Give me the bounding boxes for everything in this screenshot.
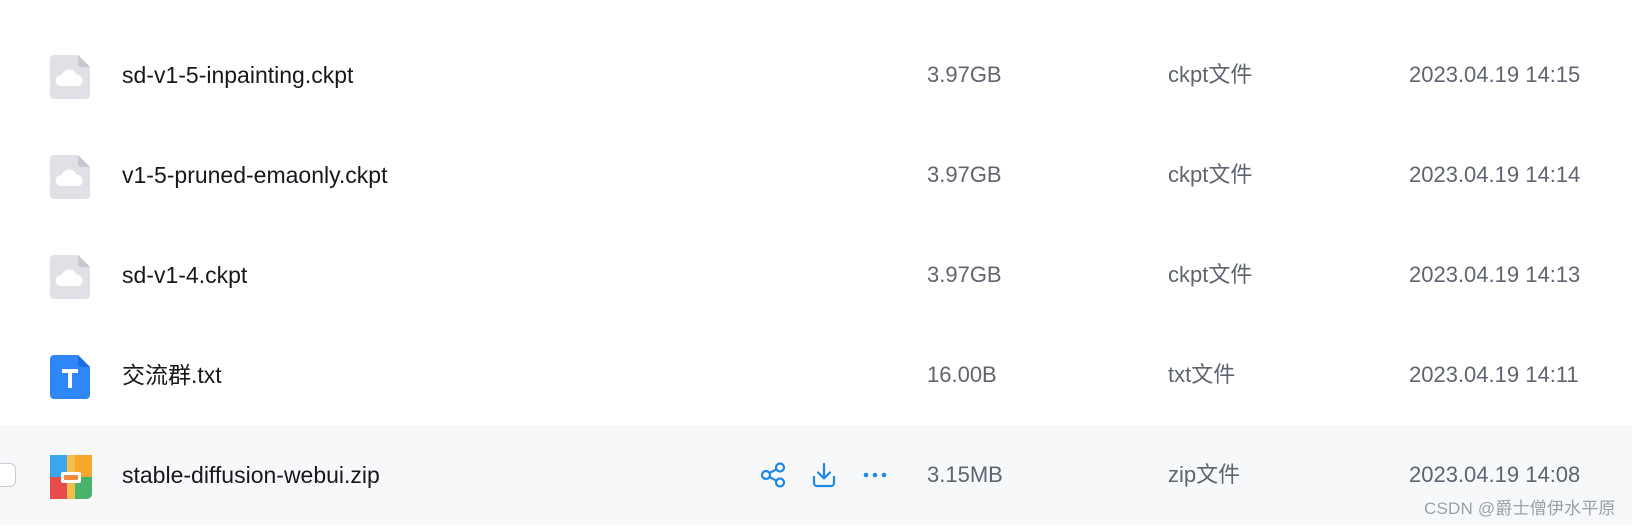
file-type: ckpt文件 <box>1168 162 1253 187</box>
file-name[interactable]: 交流群.txt <box>122 325 222 425</box>
file-name[interactable]: v1-5-pruned-emaonly.ckpt <box>122 125 387 225</box>
row-checkbox[interactable] <box>0 463 16 487</box>
file-modified-date: 2023.04.19 14:15 <box>1409 62 1581 87</box>
file-type: zip文件 <box>1168 462 1241 487</box>
file-size: 3.15MB <box>927 462 1003 487</box>
file-type: txt文件 <box>1168 362 1236 387</box>
more-icon[interactable] <box>858 458 892 492</box>
file-size: 16.00B <box>927 362 997 387</box>
file-size: 3.97GB <box>927 262 1002 287</box>
file-row[interactable]: sd-v1-5-inpainting.ckpt 3.97GB ckpt文件 20… <box>0 25 1632 125</box>
file-modified-date: 2023.04.19 14:11 <box>1409 362 1579 387</box>
watermark: CSDN @爵士僧伊水平原 <box>1424 499 1616 518</box>
cloud-file-icon <box>50 255 90 299</box>
cloud-file-icon <box>50 155 90 199</box>
file-row[interactable]: v1-5-pruned-emaonly.ckpt 3.97GB ckpt文件 2… <box>0 125 1632 225</box>
file-modified-date: 2023.04.19 14:13 <box>1409 262 1581 287</box>
file-row[interactable]: sd-v1-4.ckpt 3.97GB ckpt文件 2023.04.19 14… <box>0 225 1632 325</box>
file-size: 3.97GB <box>927 62 1002 87</box>
file-row[interactable]: 交流群.txt 16.00B txt文件 2023.04.19 14:11 <box>0 325 1632 425</box>
file-name[interactable]: sd-v1-4.ckpt <box>122 225 247 325</box>
file-type: ckpt文件 <box>1168 62 1253 87</box>
cloud-file-icon <box>50 55 90 99</box>
zip-archive-icon <box>50 455 92 499</box>
file-modified-date: 2023.04.19 14:14 <box>1409 162 1581 187</box>
file-name[interactable]: sd-v1-5-inpainting.ckpt <box>122 25 353 125</box>
row-actions <box>756 458 909 492</box>
file-list: sd-v1-5-inpainting.ckpt 3.97GB ckpt文件 20… <box>0 0 1632 526</box>
share-icon[interactable] <box>756 458 790 492</box>
download-icon[interactable] <box>807 458 841 492</box>
file-type: ckpt文件 <box>1168 262 1253 287</box>
file-name[interactable]: stable-diffusion-webui.zip <box>122 425 380 525</box>
file-row-hovered[interactable]: stable-diffusion-webui.zip 3.15MB zip文件 … <box>0 425 1632 525</box>
text-file-icon <box>50 355 90 399</box>
file-size: 3.97GB <box>927 162 1002 187</box>
